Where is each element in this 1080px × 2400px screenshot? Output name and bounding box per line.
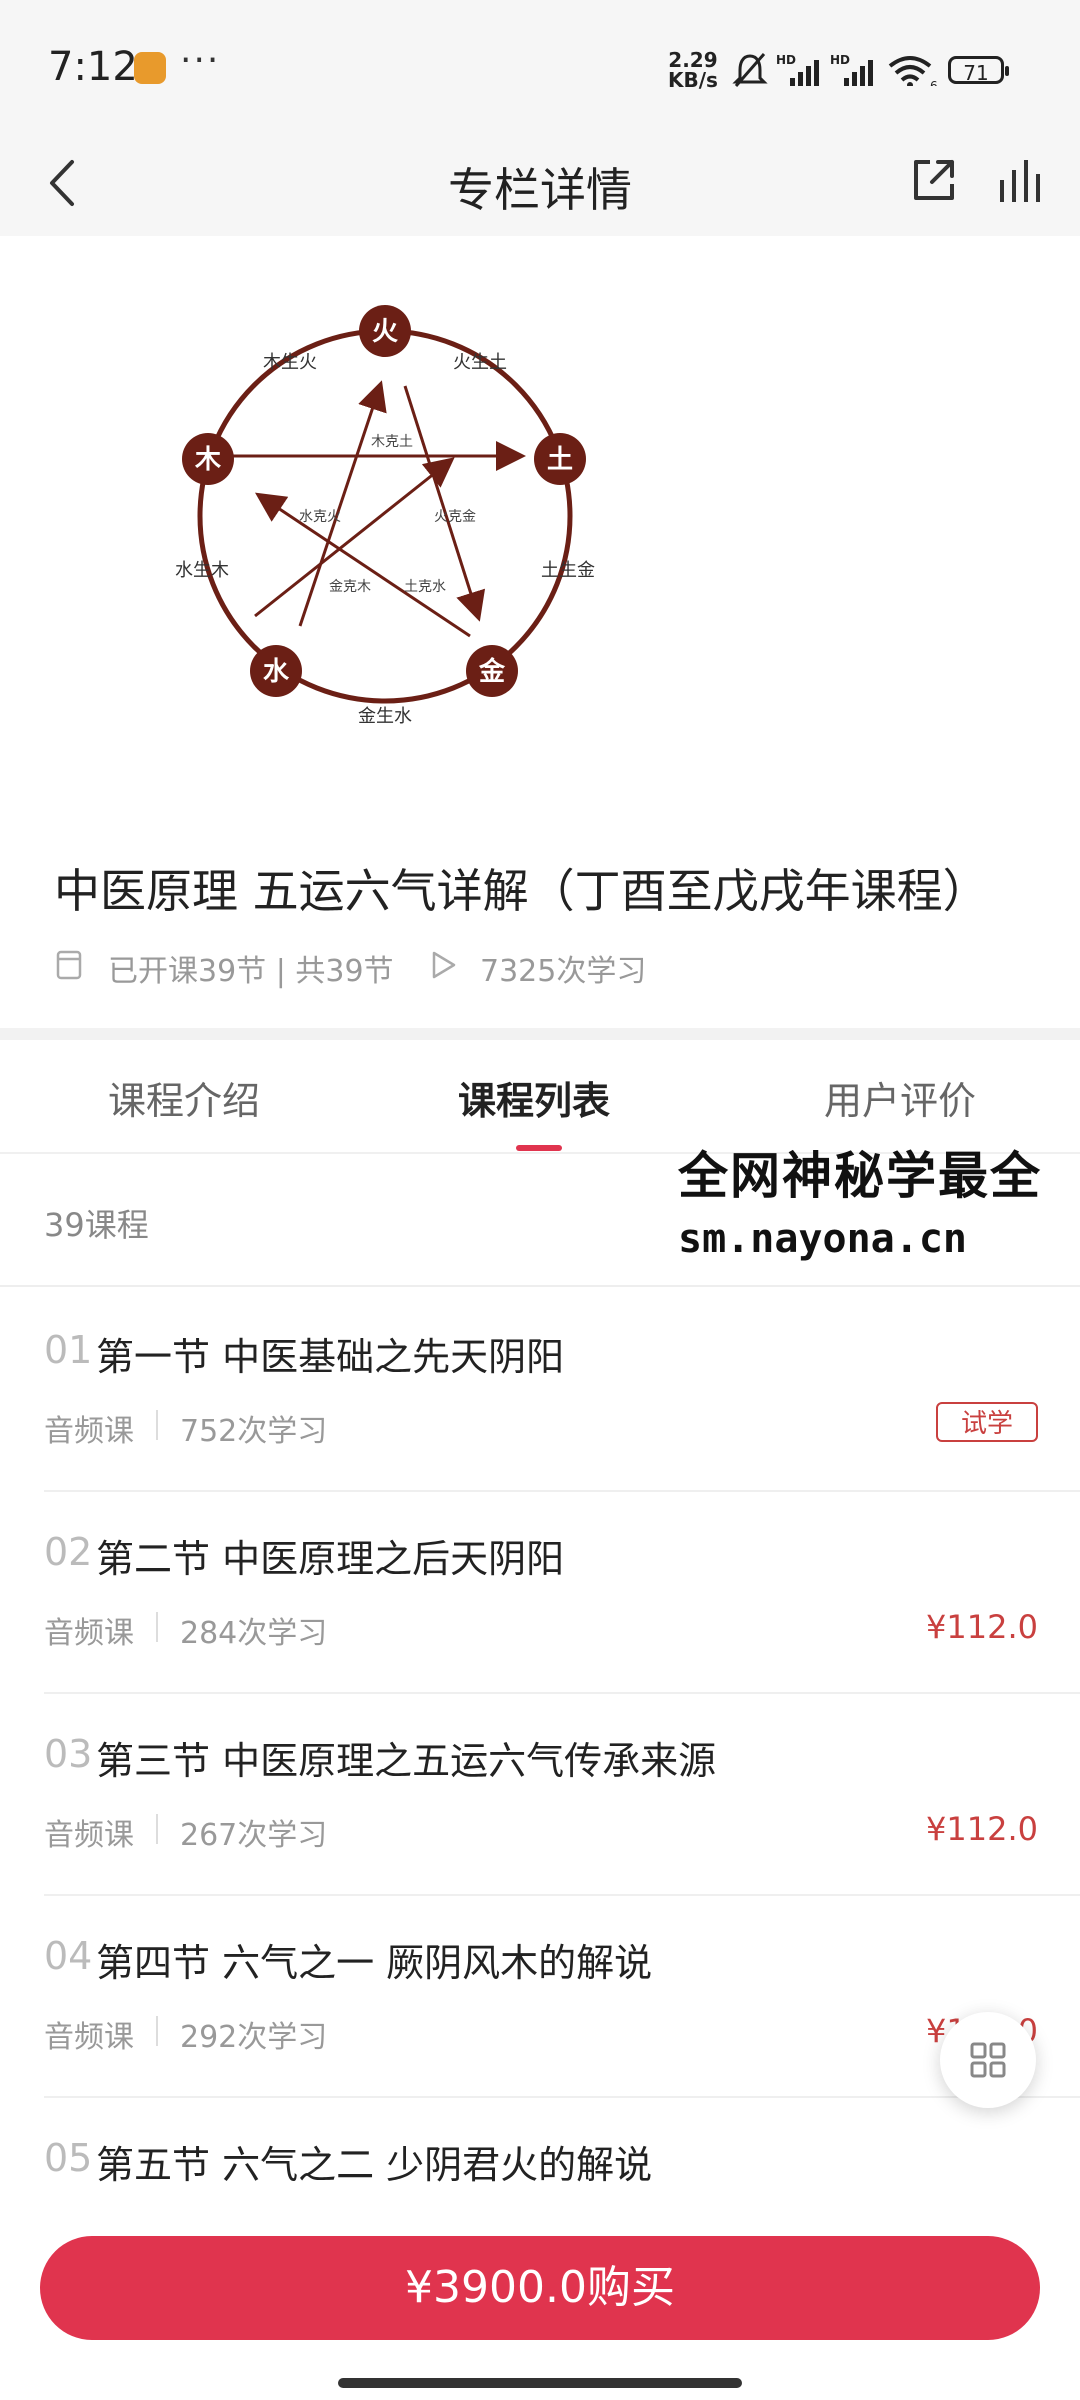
lesson-title: 第四节 六气之一 厥阴风木的解说 [96,1941,653,1985]
five-elements-diagram: 火 土 金 水 木 火生土 土生金 金生水 水生木 木生火 木克土 火克金 土克… [175,305,595,727]
svg-text:HD: HD [776,53,796,67]
mute-bell-icon [732,53,768,87]
list-item[interactable]: 01 第一节 中医基础之先天阴阳 音频课 752次学习 试学 [0,1290,1080,1492]
svg-text:金克木: 金克木 [329,579,371,595]
separator [156,1612,158,1642]
lesson-number: 01 [44,1328,93,1372]
svg-text:水克火: 水克火 [299,509,341,525]
lesson-title: 第三节 中医原理之五运六气传承来源 [96,1739,717,1783]
course-title: 中医原理 五运六气详解（丁酉至戊戌年课程） [54,864,989,918]
lessons-icon [56,950,82,980]
tab-user-reviews[interactable]: 用户评价 [824,1070,976,1125]
separator [156,1410,158,1440]
lessons-count: 已开课39节 | 共39节 [108,954,394,989]
lesson-type: 音频课 [44,1414,134,1449]
status-time: 7:12 [48,44,138,90]
svg-text:土生金: 土生金 [541,560,595,581]
svg-text:土: 土 [547,445,573,475]
lesson-type: 音频课 [44,1818,134,1853]
lesson-list: 01 第一节 中医基础之先天阴阳 音频课 752次学习 试学 02 第二节 中医… [0,1290,1080,2300]
cell-signal-2-icon: HD [830,53,873,86]
svg-text:6: 6 [930,79,938,86]
lesson-plays: 267次学习 [180,1818,328,1853]
lesson-price: ¥112.0 [926,1810,1038,1848]
list-item[interactable]: 03 第三节 中医原理之五运六气传承来源 音频课 267次学习 ¥112.0 [0,1694,1080,1896]
status-bar: 7:12 ··· 2.29 KB/s HD HD 6 71 [0,0,1080,130]
lesson-number: 03 [44,1732,93,1776]
svg-text:水: 水 [263,657,290,687]
tab-course-intro[interactable]: 课程介绍 [108,1070,260,1125]
separator [156,2016,158,2046]
lesson-number: 04 [44,1934,93,1978]
svg-text:水生木: 水生木 [175,560,229,581]
section-gap [0,1028,1080,1040]
wifi-icon: 6 [888,56,938,86]
svg-text:木克土: 木克土 [371,434,413,450]
watermark-line2: sm.nayona.cn [678,1216,967,1262]
svg-text:土克水: 土克水 [404,579,446,595]
lesson-title: 第五节 六气之二 少阴君火的解说 [96,2143,653,2187]
svg-text:火: 火 [372,317,398,347]
plays-count: 7325次学习 [480,954,647,989]
lesson-number: 02 [44,1530,93,1574]
app-notification-icon [134,52,166,84]
network-speed: 2.29 KB/s [668,48,718,92]
lesson-number: 05 [44,2136,93,2180]
svg-text:火生土: 火生土 [453,352,507,373]
divider [0,1285,1080,1287]
lesson-plays: 752次学习 [180,1414,328,1449]
statistics-icon[interactable] [990,150,1050,210]
grid-menu-button[interactable] [940,2012,1036,2108]
buy-button[interactable]: ¥3900.0购买 [40,2236,1040,2340]
lesson-type: 音频课 [44,1616,134,1651]
more-notifications-icon: ··· [180,40,221,81]
play-icon [432,951,456,979]
nav-bar: 专栏详情 [0,130,1080,236]
svg-text:金生水: 金生水 [358,706,412,727]
grid-icon [970,2042,1006,2078]
tab-course-list[interactable]: 课程列表 [458,1070,610,1125]
battery-indicator: 71 [948,56,1009,85]
lesson-title: 第一节 中医基础之先天阴阳 [96,1335,565,1379]
lesson-title: 第二节 中医原理之后天阴阳 [96,1537,565,1581]
course-cover: 火 土 金 水 木 火生土 土生金 金生水 水生木 木生火 木克土 火克金 土克… [0,236,1080,796]
watermark-line1: 全网神秘学最全 [678,1147,1042,1205]
lesson-plays: 284次学习 [180,1616,328,1651]
trial-badge[interactable]: 试学 [936,1402,1038,1442]
svg-text:木生火: 木生火 [263,352,317,373]
list-item[interactable]: 04 第四节 六气之一 厥阴风木的解说 音频课 292次学习 ¥112.0 [0,1896,1080,2098]
lesson-price: ¥112.0 [926,1608,1038,1646]
svg-text:HD: HD [830,53,850,67]
separator [156,1814,158,1844]
svg-text:金: 金 [478,656,506,687]
cell-signal-1-icon: HD [776,53,819,86]
svg-text:木: 木 [194,445,221,475]
list-item[interactable]: 02 第二节 中医原理之后天阴阳 音频课 284次学习 ¥112.0 [0,1492,1080,1694]
lesson-type: 音频课 [44,2020,134,2055]
watermark: 全网神秘学最全 sm.nayona.cn [678,1136,1042,1262]
svg-text:火克金: 火克金 [434,509,476,525]
lesson-plays: 292次学习 [180,2020,328,2055]
active-tab-indicator [516,1145,562,1151]
share-icon[interactable] [904,150,964,210]
home-indicator[interactable] [338,2378,742,2388]
lesson-count: 39课程 [44,1206,149,1244]
